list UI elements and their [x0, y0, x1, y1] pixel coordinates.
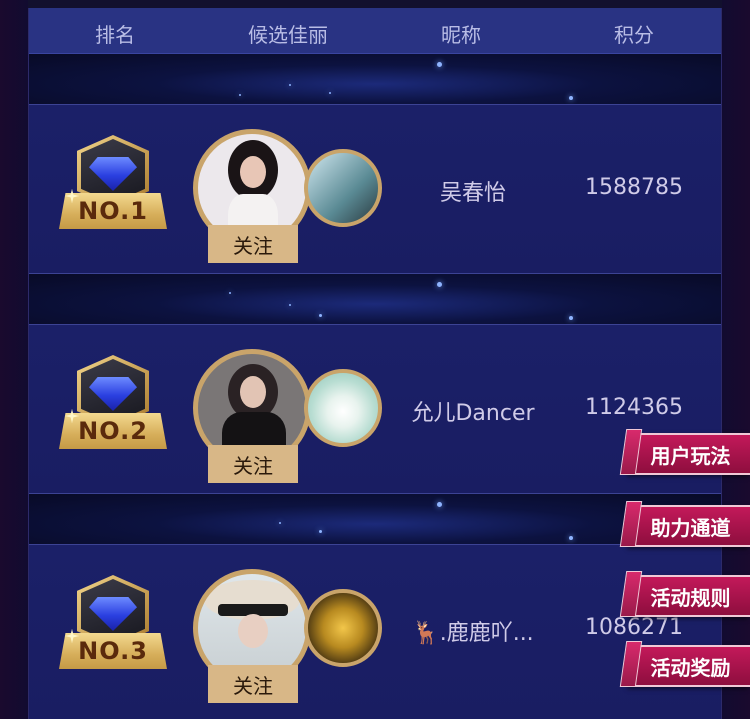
top-strip: [28, 0, 722, 8]
follow-button[interactable]: 关注: [208, 445, 298, 483]
ranking-row: NO.1 关注 吴春怡 1588785: [29, 104, 721, 274]
rank-label: NO.2: [78, 417, 148, 445]
table-header: 排名 候选佳丽 昵称 积分: [29, 8, 721, 54]
activity-rewards-button[interactable]: 活动奖励: [629, 645, 750, 687]
header-nickname: 昵称: [441, 23, 481, 47]
activity-rules-button[interactable]: 活动规则: [629, 575, 750, 617]
score: 1086271: [585, 615, 683, 640]
supporter-avatar[interactable]: [304, 149, 382, 227]
header-score: 积分: [614, 23, 654, 47]
follow-button[interactable]: 关注: [208, 665, 298, 703]
score: 1124365: [585, 395, 683, 420]
header-candidate: 候选佳丽: [248, 23, 328, 47]
ranking-row: NO.2 关注 允儿Dancer 1124365: [29, 324, 721, 494]
supporter-avatar[interactable]: [304, 589, 382, 667]
header-rank: 排名: [95, 23, 135, 47]
starfield-divider: [29, 494, 721, 544]
rank-label: NO.1: [78, 197, 148, 225]
user-play-button[interactable]: 用户玩法: [629, 433, 750, 475]
rank-badge: NO.1: [59, 135, 167, 235]
ranking-row: NO.3 关注 🦌.鹿鹿吖... 1086271: [29, 544, 721, 719]
rank-label: NO.3: [78, 637, 148, 665]
left-border: [0, 0, 28, 719]
rank-badge: NO.3: [59, 575, 167, 675]
starfield-divider: [29, 274, 721, 324]
follow-button[interactable]: 关注: [208, 225, 298, 263]
nickname: 允儿Dancer: [411, 401, 535, 426]
nickname: 吴春怡: [439, 181, 507, 206]
supporter-avatar[interactable]: [304, 369, 382, 447]
rank-badge: NO.2: [59, 355, 167, 455]
nickname: 🦌.鹿鹿吖...: [412, 621, 534, 646]
score: 1588785: [585, 175, 683, 200]
starfield-divider: [29, 54, 721, 104]
assist-channel-button[interactable]: 助力通道: [629, 505, 750, 547]
